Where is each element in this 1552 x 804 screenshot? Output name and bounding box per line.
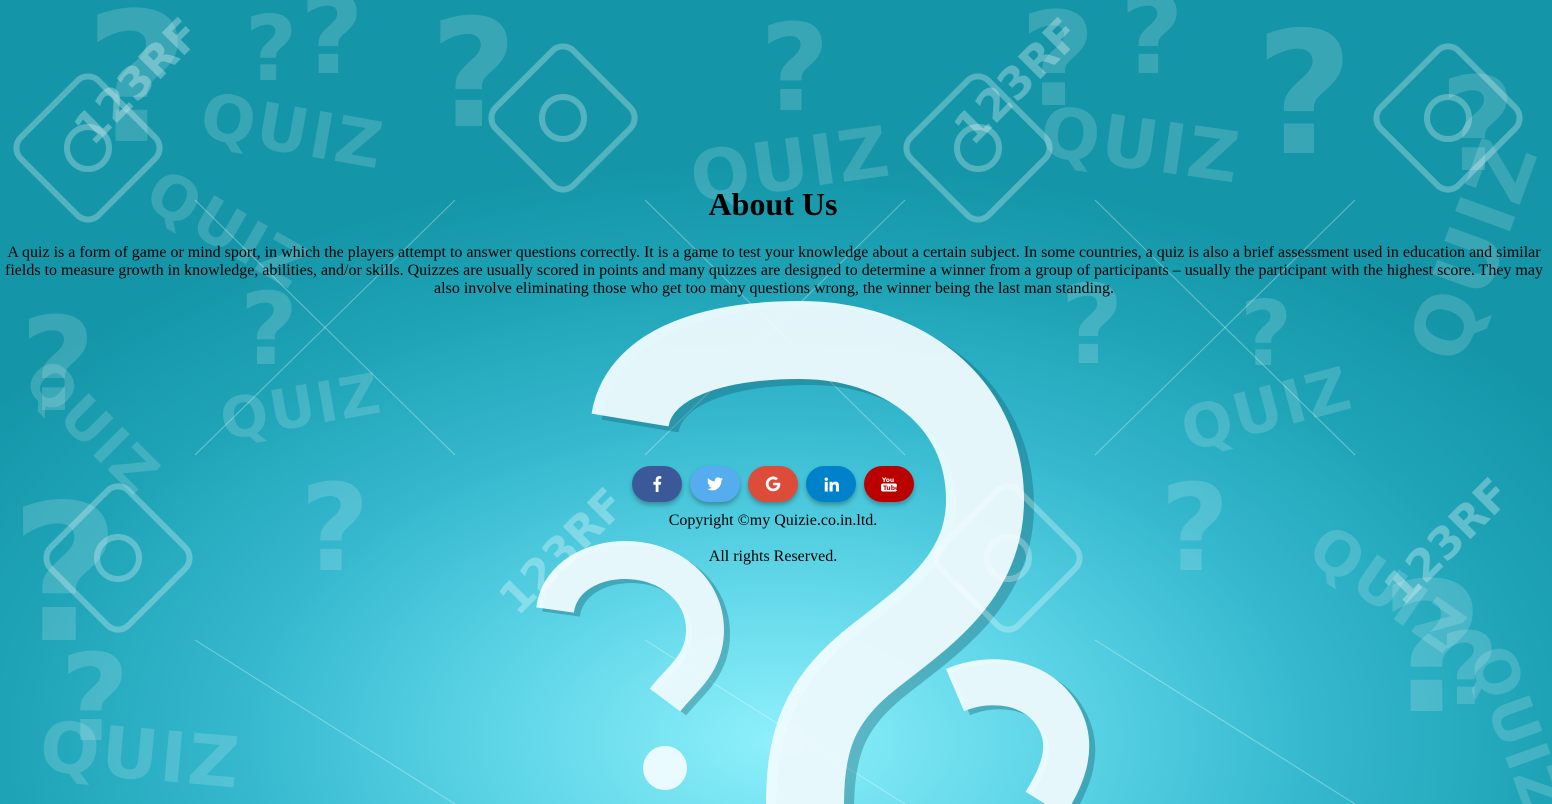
youtube-button[interactable]: You Tube [864, 466, 914, 502]
google-button[interactable] [748, 466, 798, 502]
twitter-icon [707, 477, 723, 491]
bg-quiz-word: QUIZ [36, 705, 245, 804]
linkedin-button[interactable] [806, 466, 856, 502]
quiz-background-image: ? ? ? ? ? ? ? ? ? ? ? ? ? ? ? ? ? ? ? QU… [0, 0, 1552, 804]
bg-question-mark: ? [300, 460, 370, 599]
bg-question-mark: ? [1160, 460, 1230, 599]
page-title: About Us [708, 186, 838, 222]
bg-question-mark: ? [1255, 0, 1354, 194]
svg-text:Tube: Tube [883, 485, 898, 492]
bg-question-mark: ? [760, 0, 830, 139]
bg-question-mark: ? [1240, 282, 1293, 387]
facebook-button[interactable] [632, 466, 682, 502]
rights-text: All rights Reserved. [708, 548, 838, 565]
social-links: You Tube [632, 466, 914, 502]
google-icon [765, 476, 781, 492]
about-description: A quiz is a form of game or mind sport, … [5, 244, 1543, 297]
bg-question-mark: ? [245, 0, 298, 102]
facebook-icon [653, 476, 662, 492]
twitter-button[interactable] [690, 466, 740, 502]
bg-question-mark: ? [1120, 0, 1184, 99]
copyright-text: Copyright ©my Quizie.co.in.ltd. [668, 512, 878, 529]
svg-text:You: You [881, 477, 894, 484]
linkedin-icon [824, 476, 839, 492]
bg-question-mark: ? [300, 0, 364, 99]
youtube-icon: You Tube [881, 477, 898, 492]
